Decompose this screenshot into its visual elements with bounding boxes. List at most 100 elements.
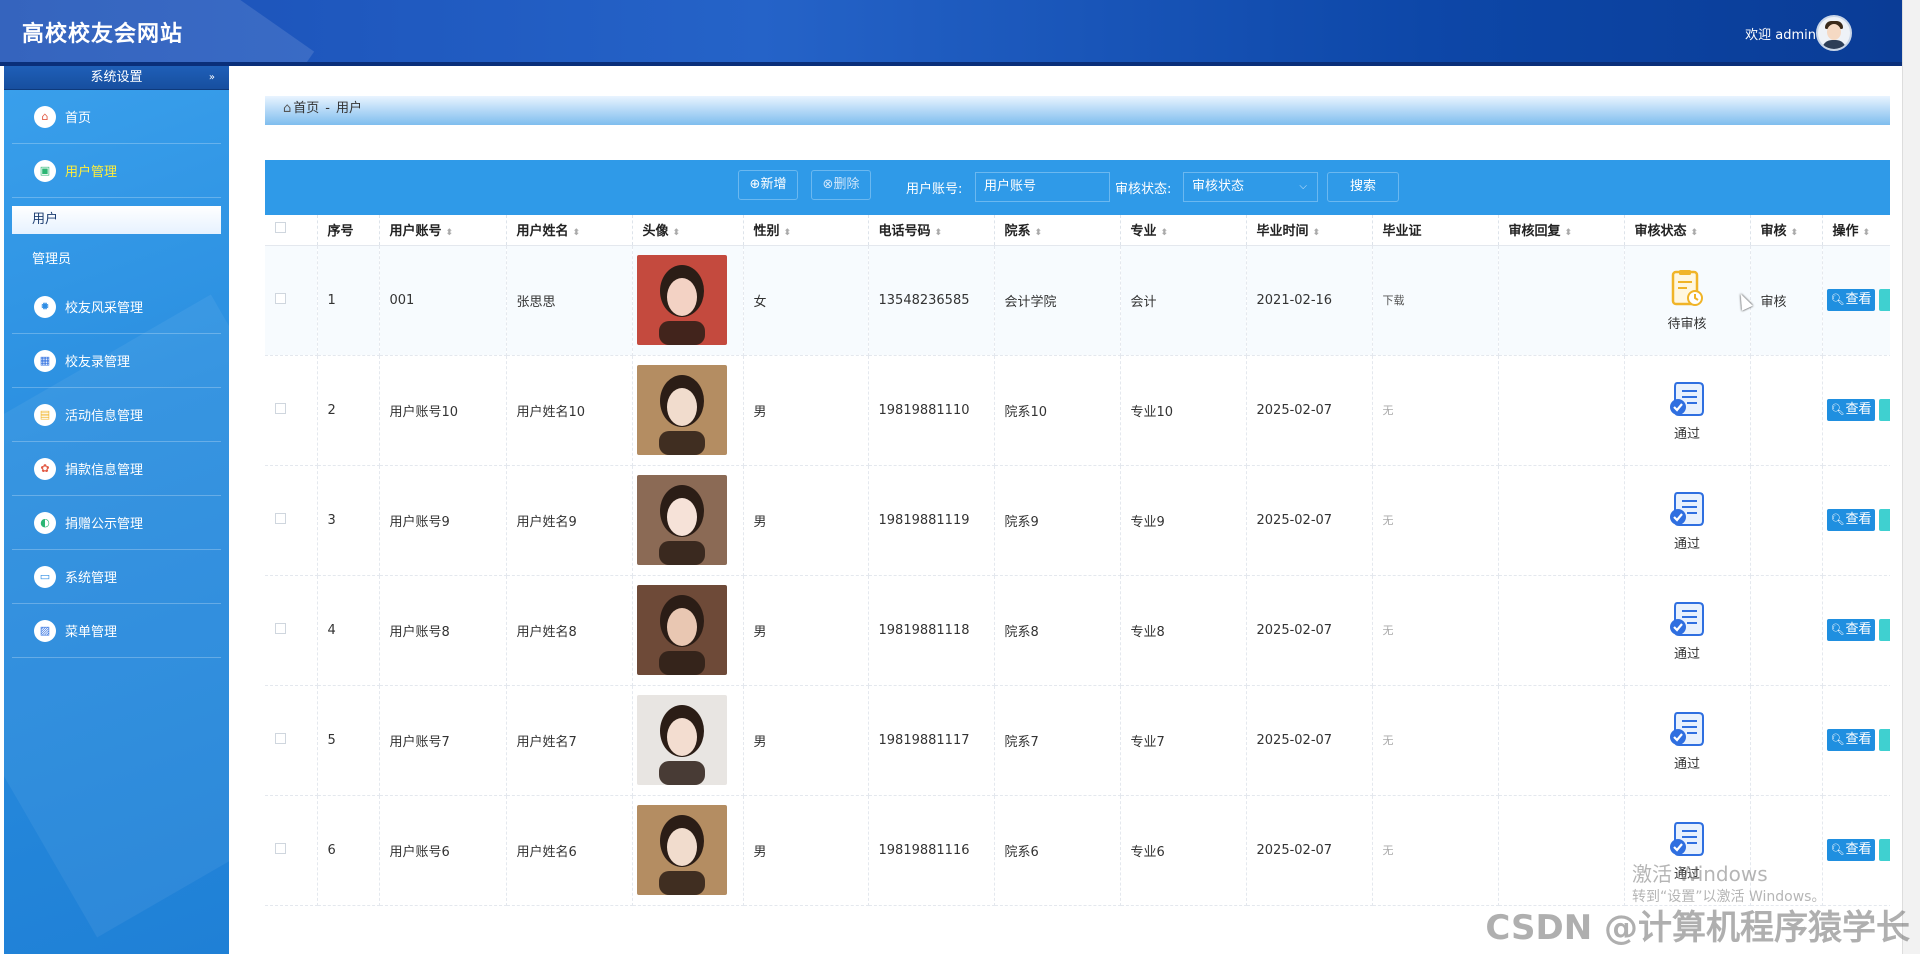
column-header[interactable]: 审核 ⬍ xyxy=(1750,215,1823,246)
column-header[interactable]: 头像 ⬍ xyxy=(632,215,744,246)
edit-button[interactable] xyxy=(1879,399,1890,421)
column-header[interactable]: 毕业时间 ⬍ xyxy=(1246,215,1373,246)
cell-audit xyxy=(1750,465,1823,576)
certificate-link[interactable]: 下载 xyxy=(1383,294,1405,307)
breadcrumb-current: 用户 xyxy=(335,101,362,116)
cell-major: 专业6 xyxy=(1120,795,1247,906)
column-header[interactable]: 性别 ⬍ xyxy=(743,215,869,246)
column-header[interactable]: 审核回复 ⬍ xyxy=(1498,215,1625,246)
sidebar-item-1[interactable]: ▣ 用户管理 xyxy=(12,144,221,198)
cell-avatar xyxy=(632,355,744,466)
sidebar-subitem-1[interactable]: 管理员 xyxy=(12,240,221,280)
sidebar-item-6[interactable]: ◐ 捐赠公示管理 xyxy=(12,496,221,550)
plus-circle-icon: ⊕ xyxy=(749,177,761,192)
sort-icon[interactable]: ⬍ xyxy=(573,228,581,238)
user-photo xyxy=(636,475,727,565)
view-button[interactable]: 🔍︎查看 xyxy=(1826,729,1876,751)
sort-icon[interactable]: ⬍ xyxy=(1313,228,1321,238)
cell-status: 通过 xyxy=(1624,575,1751,686)
sort-icon[interactable]: ⬍ xyxy=(1565,228,1573,238)
sidebar-section-header[interactable]: 系统设置 » xyxy=(4,66,229,90)
table-row[interactable]: 4 用户账号8 用户姓名8 男 19819881118 院系8 专业8 2025-02-07 无… xyxy=(265,575,1890,686)
edit-button[interactable] xyxy=(1879,729,1890,751)
cell-actions: 🔍︎查看 xyxy=(1822,795,1890,906)
sidebar-item-0[interactable]: ⌂ 首页 xyxy=(12,90,221,144)
cell-no: 6 xyxy=(317,795,380,906)
cell-phone: 19819881119 xyxy=(868,465,995,576)
status-select[interactable]: 审核状态 ⌵ xyxy=(1183,172,1318,202)
sidebar-item-8[interactable]: ▨ 菜单管理 xyxy=(12,604,221,658)
column-header[interactable]: 操作 ⬍ xyxy=(1822,215,1890,246)
edit-button[interactable] xyxy=(1879,619,1890,641)
delete-button[interactable]: ⊗删除 xyxy=(811,170,871,200)
cell-reply xyxy=(1498,465,1625,576)
sort-icon[interactable]: ⬍ xyxy=(1035,228,1043,238)
user-avatar[interactable] xyxy=(1816,15,1852,51)
users-table: 序号 用户账号 ⬍ 用户姓名 ⬍ 头像 ⬍ 性别 ⬍ 电话号码 ⬍ 院系 ⬍ 专业 ⬍ 毕业时间 ⬍ 毕业证 审核回… xyxy=(265,215,1890,954)
column-header[interactable]: 审核状态 ⬍ xyxy=(1624,215,1751,246)
pending-icon xyxy=(1671,269,1703,306)
cell-dept: 院系6 xyxy=(994,795,1121,906)
row-checkbox[interactable] xyxy=(275,622,286,634)
cell-reply xyxy=(1498,355,1625,466)
edit-button[interactable] xyxy=(1879,289,1890,311)
search-icon: 🔍︎ xyxy=(1830,623,1845,636)
sort-icon[interactable]: ⬍ xyxy=(1863,228,1871,238)
column-header[interactable]: 用户账号 ⬍ xyxy=(379,215,507,246)
table-row[interactable]: 5 用户账号7 用户姓名7 男 19819881117 院系7 专业7 2025-02-07 无… xyxy=(265,685,1890,796)
cell-account: 001 xyxy=(379,245,507,356)
status-text: 待审核 xyxy=(1667,316,1707,332)
table-row[interactable]: 1 001 张思思女 13548236585 会计学院 会计 2021-02-16 下载 待审核… xyxy=(265,245,1890,356)
row-select-cell xyxy=(265,795,318,906)
sidebar-subitem-0[interactable]: 用户 xyxy=(12,206,221,234)
status-label: 审核状态: xyxy=(1115,182,1172,197)
sort-icon[interactable]: ⬍ xyxy=(1691,228,1699,238)
edit-button[interactable] xyxy=(1879,509,1890,531)
search-icon: 🔍︎ xyxy=(1830,733,1845,746)
page-scrollbar[interactable] xyxy=(1902,0,1920,954)
sidebar-item-4[interactable]: ▤ 活动信息管理 xyxy=(12,388,221,442)
row-checkbox[interactable] xyxy=(275,512,286,524)
sort-icon[interactable]: ⬍ xyxy=(1791,228,1799,238)
search-icon: 🔍︎ xyxy=(1830,293,1845,306)
sidebar-item-7[interactable]: ▭ 系统管理 xyxy=(12,550,221,604)
column-header[interactable]: 用户姓名 ⬍ xyxy=(506,215,633,246)
sidebar-item-5[interactable]: ✿ 捐款信息管理 xyxy=(12,442,221,496)
cell-audit xyxy=(1750,355,1823,466)
row-checkbox[interactable] xyxy=(275,292,286,304)
sort-icon[interactable]: ⬍ xyxy=(935,228,943,238)
table-row[interactable]: 2 用户账号10 用户姓名10 男 19819881110 院系10 专业10 2025-02… xyxy=(265,355,1890,466)
sort-icon[interactable]: ⬍ xyxy=(673,228,681,238)
account-search-input[interactable]: 用户账号 xyxy=(975,172,1110,202)
search-button[interactable]: 搜索 xyxy=(1327,172,1399,202)
cell-dept: 院系7 xyxy=(994,685,1121,796)
add-button[interactable]: ⊕新增 xyxy=(738,170,798,200)
column-header[interactable]: 毕业证 xyxy=(1372,215,1499,246)
sort-icon[interactable]: ⬍ xyxy=(1161,228,1169,238)
row-checkbox[interactable] xyxy=(275,842,286,854)
sidebar-item-2[interactable]: ✹ 校友风采管理 xyxy=(12,280,221,334)
view-button[interactable]: 🔍︎查看 xyxy=(1826,619,1876,641)
view-button[interactable]: 🔍︎查看 xyxy=(1826,509,1876,531)
view-button[interactable]: 🔍︎查看 xyxy=(1826,289,1876,311)
close-circle-icon: ⊗ xyxy=(822,177,834,192)
sort-icon[interactable]: ⬍ xyxy=(784,228,792,238)
sort-icon[interactable]: ⬍ xyxy=(446,228,454,238)
column-header[interactable]: 院系 ⬍ xyxy=(994,215,1121,246)
select-all-checkbox[interactable] xyxy=(275,222,286,234)
sidebar-item-3[interactable]: ▦ 校友录管理 xyxy=(12,334,221,388)
view-button[interactable]: 🔍︎查看 xyxy=(1826,839,1876,861)
table-row[interactable]: 3 用户账号9 用户姓名9 男 19819881119 院系9 专业9 2025-02-07 无… xyxy=(265,465,1890,576)
column-header[interactable]: 专业 ⬍ xyxy=(1120,215,1247,246)
view-button[interactable]: 🔍︎查看 xyxy=(1826,399,1876,421)
edit-button[interactable] xyxy=(1879,839,1890,861)
row-checkbox[interactable] xyxy=(275,732,286,744)
cell-no: 3 xyxy=(317,465,380,576)
cell-audit xyxy=(1750,575,1823,686)
column-header[interactable]: 序号 xyxy=(317,215,380,246)
column-header[interactable]: 电话号码 ⬍ xyxy=(868,215,995,246)
sidebar-menu: ⌂ 首页 ▣ 用户管理用户管理员 ✹ 校友风采管理 ▦ 校友录管理 ▤ 活动信息管理 ✿ 捐款信息管理… xyxy=(4,90,229,658)
row-checkbox[interactable] xyxy=(275,402,286,414)
breadcrumb-home[interactable]: 首页 xyxy=(293,101,319,116)
audit-link[interactable]: 审核 xyxy=(1761,295,1787,310)
